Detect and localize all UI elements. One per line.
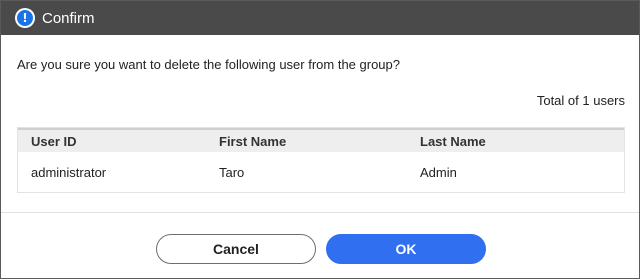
- table-header: User ID First Name Last Name: [18, 128, 624, 152]
- cell-user-id: administrator: [31, 164, 107, 180]
- column-header-user-id: User ID: [31, 133, 77, 149]
- total-count: Total of 1 users: [536, 93, 625, 108]
- dialog-titlebar: ! Confirm: [1, 1, 639, 35]
- dialog-title: Confirm: [42, 9, 95, 27]
- confirm-dialog: ! Confirm Are you sure you want to delet…: [0, 0, 640, 279]
- footer-divider: [1, 212, 639, 213]
- cancel-button[interactable]: Cancel: [156, 234, 316, 264]
- confirm-message: Are you sure you want to delete the foll…: [17, 57, 400, 72]
- column-header-last-name: Last Name: [420, 133, 486, 149]
- cell-first-name: Taro: [219, 164, 245, 180]
- column-header-first-name: First Name: [219, 133, 287, 149]
- table-row: administrator Taro Admin: [18, 152, 624, 192]
- users-table: User ID First Name Last Name administrat…: [17, 127, 625, 193]
- info-icon: !: [15, 8, 35, 28]
- ok-button[interactable]: OK: [326, 234, 486, 264]
- cell-last-name: Admin: [420, 164, 457, 180]
